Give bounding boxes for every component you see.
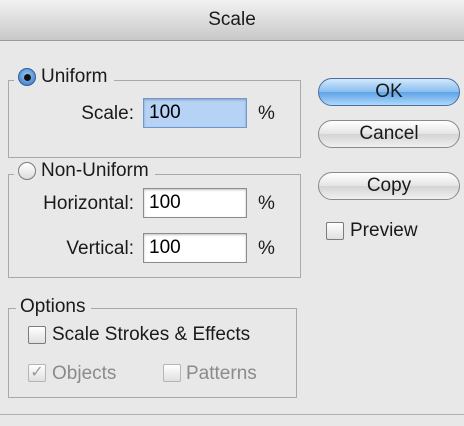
scale-label: Scale: xyxy=(81,103,134,124)
preview-label[interactable]: Preview xyxy=(350,220,418,242)
uniform-radio[interactable] xyxy=(18,68,36,86)
uniform-label: Uniform xyxy=(41,66,108,87)
copy-button[interactable]: Copy xyxy=(318,172,460,200)
patterns-label[interactable]: Patterns xyxy=(186,363,257,385)
options-legend: Options xyxy=(16,296,92,318)
dialog-title: Scale xyxy=(0,0,464,41)
scale-unit: % xyxy=(258,103,275,124)
non-uniform-option[interactable]: Non-Uniform xyxy=(14,160,155,182)
horizontal-input[interactable] xyxy=(143,188,247,218)
horizontal-label: Horizontal: xyxy=(43,193,134,214)
objects-label[interactable]: Objects xyxy=(52,363,116,385)
preview-checkbox[interactable] xyxy=(326,222,344,240)
non-uniform-radio[interactable] xyxy=(18,162,36,180)
vertical-label: Vertical: xyxy=(66,238,134,259)
cancel-button[interactable]: Cancel xyxy=(318,120,460,148)
scale-input[interactable] xyxy=(143,98,247,128)
non-uniform-label: Non-Uniform xyxy=(41,160,149,181)
vertical-unit: % xyxy=(258,238,275,259)
vertical-input[interactable] xyxy=(143,233,247,263)
ok-button[interactable]: OK xyxy=(318,78,460,106)
scale-strokes-checkbox[interactable] xyxy=(28,326,46,344)
options-label: Options xyxy=(20,296,86,317)
objects-checkbox[interactable]: ✓ xyxy=(28,364,46,382)
uniform-option[interactable]: Uniform xyxy=(14,66,114,88)
scale-strokes-label[interactable]: Scale Strokes & Effects xyxy=(52,324,250,346)
horizontal-unit: % xyxy=(258,193,275,214)
patterns-checkbox[interactable] xyxy=(163,364,181,382)
dialog-bottom-divider xyxy=(0,414,464,415)
